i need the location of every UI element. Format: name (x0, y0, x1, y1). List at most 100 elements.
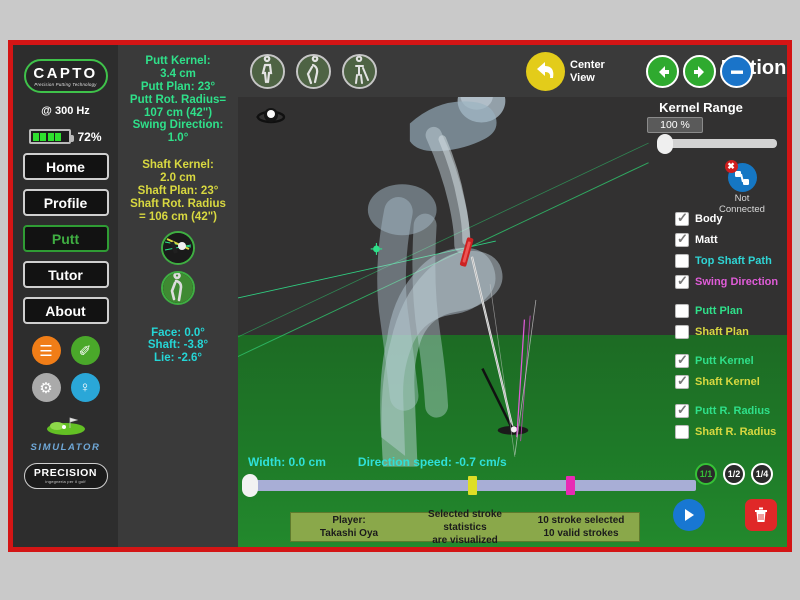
club-face-impact-icon[interactable] (161, 230, 195, 265)
layer-checkbox[interactable] (675, 273, 689, 289)
transport-controls (673, 499, 777, 531)
marker-magenta[interactable] (566, 476, 576, 495)
shaft-angle-value: Shaft: -3.8° (147, 339, 209, 352)
angles-block: Face: 0.0° Shaft: -3.8° Lie: -2.6° (118, 327, 238, 366)
settings-gear-icon[interactable]: ⚙ (31, 373, 61, 402)
layer-label: Top Shaft Path (695, 255, 772, 267)
view-side-icon[interactable] (296, 54, 331, 89)
layer-row-putt-kernel[interactable]: Putt Kernel (675, 351, 783, 371)
layer-checkbox[interactable] (675, 254, 689, 268)
layer-row-shaft-plan[interactable]: Shaft Plan (675, 322, 783, 342)
next-stroke-button[interactable] (683, 55, 716, 88)
battery-icon (29, 129, 75, 144)
prev-stroke-button[interactable] (646, 55, 679, 88)
kernel-range-value: 100 % (647, 117, 703, 133)
view-back-icon[interactable] (342, 54, 377, 89)
precision-logo: PRECISION ingegneria per il golf (23, 463, 108, 489)
layer-checkbox[interactable] (675, 231, 689, 247)
kernel-range-thumb[interactable] (657, 134, 673, 154)
sidebar-item-profile[interactable]: Profile (22, 189, 109, 216)
connection-status[interactable]: ✖ Not Connected (711, 160, 773, 216)
timeline-slider[interactable] (242, 474, 696, 497)
play-button[interactable] (673, 499, 705, 531)
stats-line1: Selected stroke statistics (428, 508, 502, 533)
report-icon[interactable]: ✐ (70, 336, 100, 365)
golfer-posture-icon[interactable] (161, 270, 195, 305)
layer-checkbox[interactable] (675, 402, 689, 418)
layer-label: Matt (695, 234, 718, 246)
layer-row-shaft-r-radius[interactable]: Shaft R. Radius (675, 422, 783, 442)
sidebar-item-label: Putt (51, 230, 80, 247)
sidebar-icon-grid: ☰ ✐ ⚙ ♀ (22, 336, 110, 402)
layer-row-shaft-kernel[interactable]: Shaft Kernel (675, 372, 783, 392)
capto-logo: CAPTO Precision Putting Technology (23, 59, 108, 93)
stats-line2: are visualized (432, 534, 498, 546)
kernel-range-label: Kernel Range (659, 100, 743, 115)
sidebar-item-label: Tutor (48, 266, 83, 283)
playback-speed-group: 1/1 1/2 1/4 (695, 463, 773, 485)
timeline-thumb[interactable] (242, 474, 258, 497)
voice-support-icon[interactable]: ♀ (70, 373, 100, 402)
red-bezel: CAPTO Precision Putting Technology @ 300… (8, 40, 792, 552)
sidebar-item-putt[interactable]: Putt (22, 225, 109, 252)
simulator-green-icon (13, 414, 118, 440)
shaft-rot-radius-value: = 106 cm (42") (138, 210, 217, 223)
left-sidebar: CAPTO Precision Putting Technology @ 300… (13, 45, 118, 547)
battery-indicator: 72% (13, 129, 118, 144)
simulator-logo: SIMULATOR (13, 414, 118, 453)
layer-row-swing-direction[interactable]: Swing Direction (675, 272, 783, 292)
layer-checkbox[interactable] (675, 425, 689, 439)
orbit-camera-icon[interactable] (251, 103, 291, 129)
putt-plan-value: Putt Plan: 23° (140, 80, 216, 93)
speed-button-1-1[interactable]: 1/1 (695, 463, 717, 485)
stroke-count-line1: 10 stroke selected (537, 515, 625, 526)
stroke-count-cell: 10 stroke selected 10 valid strokes (523, 513, 639, 541)
speed-button-1-2[interactable]: 1/2 (723, 463, 745, 485)
layer-row-putt-r-radius[interactable]: Putt R. Radius (675, 401, 783, 421)
putt-rot-radius-label: Putt Rot. Radius= (129, 93, 227, 106)
sidebar-item-label: Profile (43, 194, 88, 211)
metrics-column: Putt Kernel: 3.4 cm Putt Plan: 23° Putt … (118, 45, 238, 547)
center-view-button[interactable] (526, 52, 565, 91)
layer-checkbox[interactable] (675, 373, 689, 389)
status-bar: Player: Takashi Oya Selected stroke stat… (290, 509, 640, 546)
capto-logo-main: CAPTO (33, 64, 98, 82)
app-inner: CAPTO Precision Putting Technology @ 300… (13, 45, 787, 547)
center-view-line1: Center (570, 59, 605, 71)
delete-button[interactable] (745, 499, 777, 531)
shaft-plan-value: Shaft Plan: 23° (137, 184, 219, 197)
minus-button[interactable] (720, 55, 753, 88)
speed-button-1-4[interactable]: 1/4 (751, 463, 773, 485)
precision-logo-sub: ingegneria per il golf (45, 479, 86, 485)
stats-cell: Selected stroke statistics are visualize… (407, 509, 523, 546)
layer-label: Shaft R. Radius (695, 426, 777, 438)
layer-label: Putt Kernel (695, 355, 754, 367)
sidebar-item-about[interactable]: About (22, 297, 109, 324)
face-angle-value: Face: 0.0° (151, 326, 205, 339)
layer-label: Shaft Kernel (695, 376, 760, 388)
capto-logo-tagline: Precision Putting Technology (34, 81, 97, 87)
bluetooth-icon: ✖ (724, 160, 757, 192)
3d-viewport[interactable]: Center View 3D Motion (238, 45, 787, 547)
sidebar-item-tutor[interactable]: Tutor (22, 261, 109, 288)
shaft-rot-radius-label: Shaft Rot. Radius (130, 197, 226, 210)
marker-yellow[interactable] (467, 476, 477, 495)
layer-checkbox-list: Body Matt Top Shaft Path Swing Direction Put… (675, 209, 783, 443)
manual-book-icon[interactable]: ☰ (31, 336, 61, 365)
viewport-toolbar: Center View 3D Motion (238, 45, 787, 97)
kernel-range-slider[interactable] (657, 134, 777, 154)
layer-checkbox[interactable] (675, 304, 689, 318)
shaft-kernel-title: Shaft Kernel: (142, 159, 214, 172)
layer-row-matt[interactable]: Matt (675, 230, 783, 250)
layer-checkbox[interactable] (675, 325, 689, 339)
view-front-icon[interactable] (250, 54, 285, 89)
sidebar-nav: Home Profile Putt Tutor About (13, 153, 118, 324)
layer-label: Shaft Plan (695, 326, 749, 338)
layer-row-body[interactable]: Body (675, 209, 783, 229)
sidebar-item-home[interactable]: Home (22, 153, 109, 180)
layer-row-top-shaft-path[interactable]: Top Shaft Path (675, 251, 783, 271)
layer-label: Swing Direction (695, 276, 779, 288)
layer-row-putt-plan[interactable]: Putt Plan (675, 301, 783, 321)
layer-checkbox[interactable] (675, 210, 689, 226)
layer-checkbox[interactable] (675, 352, 689, 368)
